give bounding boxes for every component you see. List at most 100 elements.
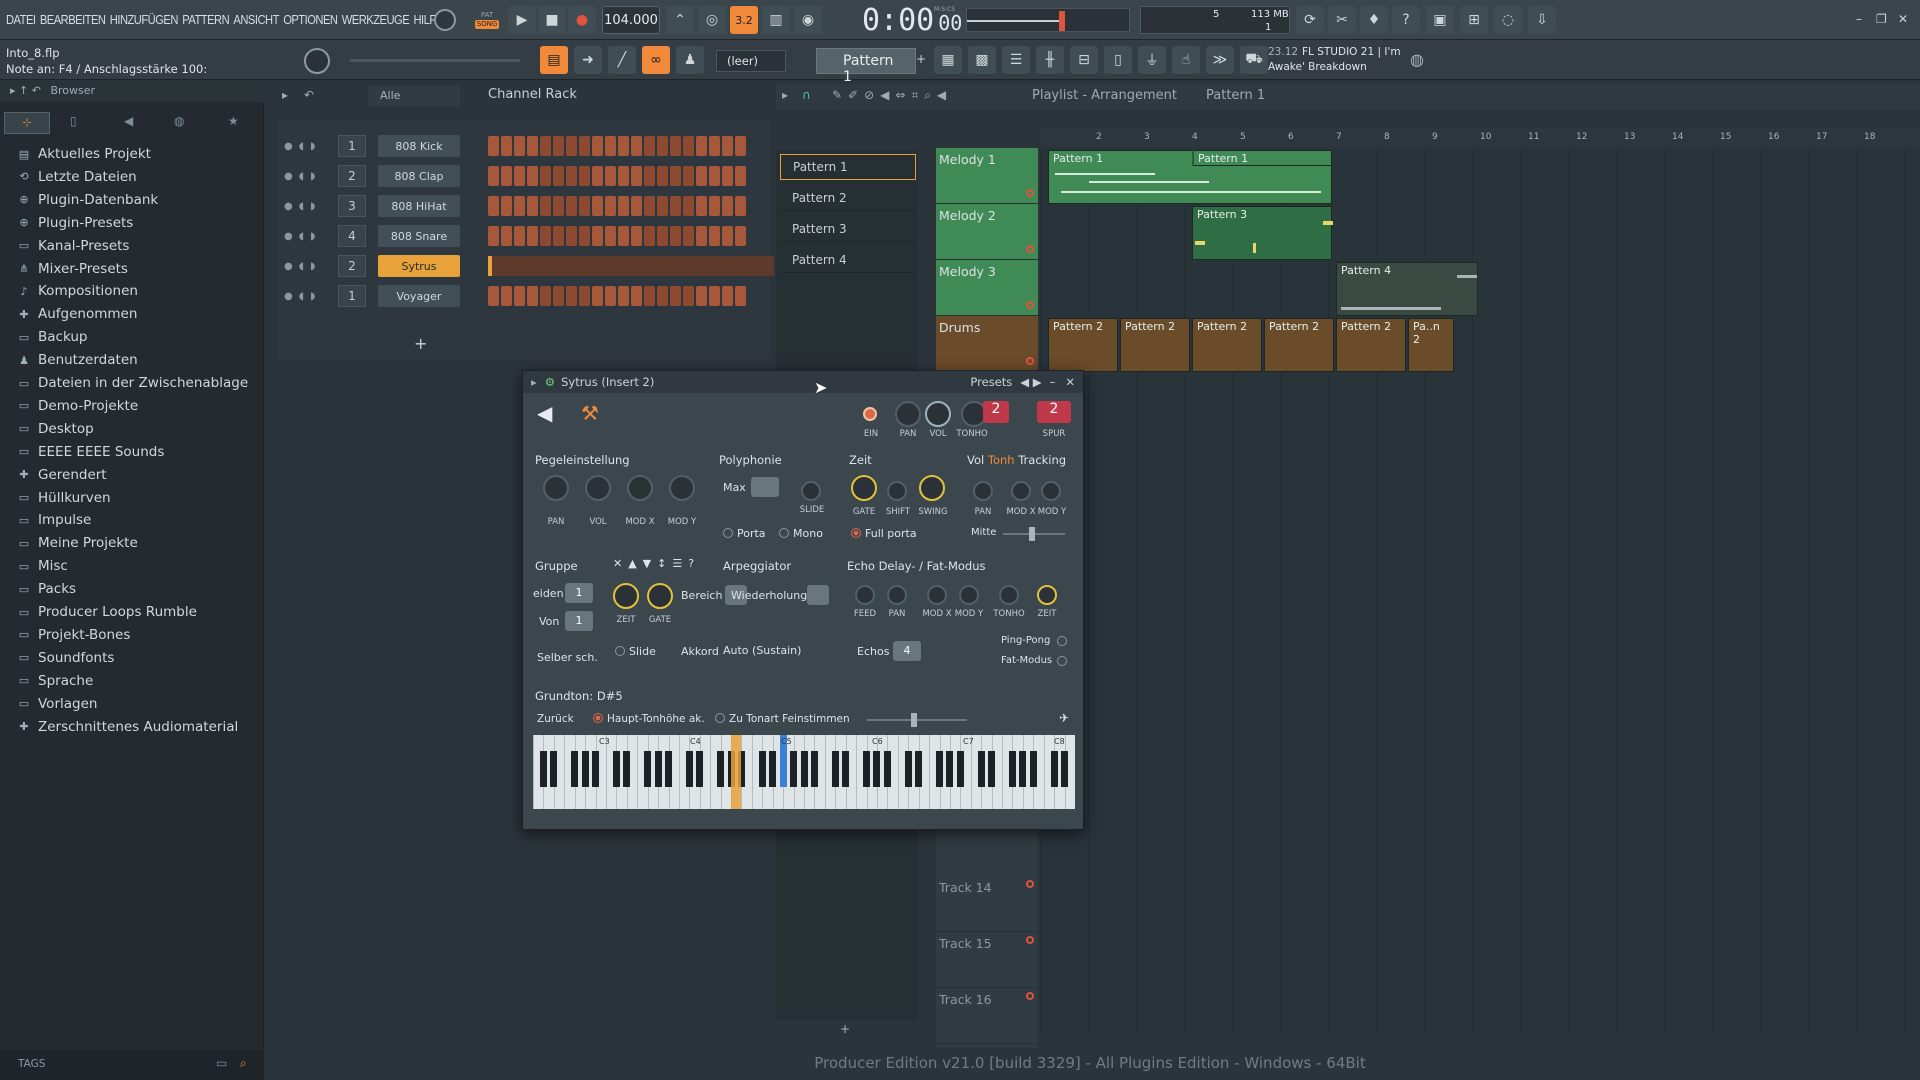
- step-button[interactable]: [527, 286, 538, 306]
- track-pan-knob[interactable]: [973, 481, 993, 501]
- track-modx-knob[interactable]: [1011, 481, 1031, 501]
- step-button[interactable]: [618, 196, 629, 216]
- step-button[interactable]: [540, 196, 551, 216]
- globe-icon[interactable]: ◍: [1410, 50, 1424, 69]
- step-button[interactable]: [540, 136, 551, 156]
- track-header[interactable]: Track 14: [936, 876, 1038, 932]
- step-button[interactable]: [527, 226, 538, 246]
- fine-tune-slider[interactable]: [867, 713, 967, 727]
- gear-icon[interactable]: ⚙: [545, 375, 555, 389]
- step-button[interactable]: [670, 286, 681, 306]
- pan-knob[interactable]: [895, 401, 921, 427]
- chord-select[interactable]: Auto (Sustain): [721, 641, 835, 661]
- volume-knob[interactable]: [925, 401, 951, 427]
- main-pitch-radio[interactable]: [593, 713, 603, 723]
- send-icon[interactable]: ✈: [1059, 711, 1069, 725]
- pegel-mody-knob[interactable]: [669, 475, 695, 501]
- playlist-view-button[interactable]: ▤: [540, 46, 568, 74]
- menu-optionen[interactable]: OPTIONEN: [283, 12, 338, 27]
- folder-icon[interactable]: ▭: [216, 1056, 227, 1070]
- step-button[interactable]: [501, 166, 512, 186]
- step-button[interactable]: [553, 196, 564, 216]
- browser-item[interactable]: ▭ Soundfonts: [18, 650, 115, 666]
- step-button[interactable]: [709, 286, 720, 306]
- track-header[interactable]: Track 15: [936, 932, 1038, 988]
- step-button[interactable]: [527, 196, 538, 216]
- channel-mixer-track[interactable]: 1: [338, 285, 366, 307]
- step-button[interactable]: [631, 286, 642, 306]
- playlist-grid[interactable]: Pattern 1 Pattern 1 Pattern 3 Pattern 4 …: [1040, 148, 1920, 1038]
- mixer-open-button[interactable]: ╫: [1036, 46, 1064, 74]
- pattern-list-item[interactable]: Pattern 3: [780, 216, 916, 242]
- tools-icons[interactable]: ✎✐⊘◀⇔⌗⌕◀: [832, 88, 952, 103]
- step-button[interactable]: [618, 166, 629, 186]
- channel-name-button[interactable]: 808 HiHat: [378, 195, 460, 217]
- step-button[interactable]: [696, 166, 707, 186]
- step-edit-button[interactable]: ▥: [762, 6, 790, 34]
- channel-name-button[interactable]: Sytrus: [378, 255, 460, 277]
- piano-keyboard[interactable]: C3 C4 C5 C6 C7 C8: [533, 735, 1075, 809]
- step-button[interactable]: [657, 286, 668, 306]
- piano-black-key[interactable]: [946, 751, 954, 787]
- browser-item[interactable]: ▭ EEEE EEEE Sounds: [18, 444, 165, 460]
- add-pattern-icon[interactable]: +: [916, 52, 926, 66]
- menu-hinzufuegen[interactable]: HINZUFÜGEN: [110, 12, 179, 27]
- reset-root-button[interactable]: Zurück: [537, 713, 574, 725]
- browser-item[interactable]: ▭ Demo-Projekte: [18, 398, 138, 414]
- master-volume-slider[interactable]: [966, 8, 1130, 32]
- channel-mixer-track[interactable]: 3: [338, 195, 366, 217]
- swing-knob[interactable]: [304, 48, 330, 74]
- track-mody-knob[interactable]: [1041, 481, 1061, 501]
- tracking-tonh-tab[interactable]: Tonh: [988, 453, 1015, 467]
- rack-menu-icon[interactable]: ▸: [282, 88, 288, 102]
- menu-bearbeiten[interactable]: BEARBEITEN: [40, 12, 106, 27]
- brush-button[interactable]: ╱: [608, 46, 636, 74]
- step-button[interactable]: [618, 286, 629, 306]
- piano-black-key[interactable]: [592, 751, 600, 787]
- pitch-slider[interactable]: [350, 59, 520, 62]
- step-button[interactable]: [709, 226, 720, 246]
- channel-controls-icon[interactable]: ●◖◗: [284, 141, 321, 152]
- step-button[interactable]: [657, 166, 668, 186]
- preset-nav-icons[interactable]: ◀ ▶: [1020, 375, 1041, 389]
- step-sequencer[interactable]: [488, 226, 746, 246]
- step-button[interactable]: [579, 196, 590, 216]
- tune-to-key-option[interactable]: Zu Tonart Feinstimmen: [715, 713, 850, 725]
- browser-item[interactable]: ▭ Kanal-Presets: [18, 238, 130, 254]
- piano-black-key[interactable]: [1050, 751, 1058, 787]
- pegel-pan-knob[interactable]: [543, 475, 569, 501]
- step-button[interactable]: [605, 166, 616, 186]
- echos-count-field[interactable]: 4: [893, 641, 921, 661]
- step-button[interactable]: [488, 166, 499, 186]
- repeat-field[interactable]: [807, 585, 829, 605]
- piano-black-key[interactable]: [977, 751, 985, 787]
- pattern-list-item[interactable]: Pattern 2: [780, 185, 916, 211]
- step-button[interactable]: [644, 166, 655, 186]
- clip-drums-1[interactable]: Pattern 2: [1048, 318, 1118, 372]
- browser-item[interactable]: ▭ Vorlagen: [18, 696, 98, 712]
- step-button[interactable]: [735, 136, 746, 156]
- step-button[interactable]: [566, 196, 577, 216]
- step-button[interactable]: [579, 136, 590, 156]
- step-button[interactable]: [670, 196, 681, 216]
- browser-item[interactable]: ▭ Sprache: [18, 673, 93, 689]
- full-porta-radio[interactable]: [851, 528, 861, 538]
- mono-radio[interactable]: [779, 528, 789, 538]
- step-button[interactable]: [592, 226, 603, 246]
- step-button[interactable]: [631, 136, 642, 156]
- step-button[interactable]: [683, 136, 694, 156]
- echo-mody-knob[interactable]: [959, 585, 979, 605]
- step-sequencer[interactable]: [488, 286, 746, 306]
- piano-black-key[interactable]: [863, 751, 871, 787]
- step-button[interactable]: [735, 196, 746, 216]
- browser-item[interactable]: ✚ Aufgenommen: [18, 306, 137, 322]
- play-button[interactable]: ▶: [508, 6, 536, 34]
- pattern-list-item[interactable]: Pattern 4: [780, 247, 916, 273]
- track-mute-led[interactable]: [1026, 189, 1034, 197]
- fat-mode-radio[interactable]: [1057, 656, 1067, 666]
- clip-pattern3[interactable]: Pattern 3: [1192, 206, 1333, 260]
- download-button[interactable]: ⇩: [1528, 6, 1556, 34]
- step-button[interactable]: [657, 226, 668, 246]
- step-button[interactable]: [592, 286, 603, 306]
- mic-button[interactable]: ♦: [1360, 6, 1388, 34]
